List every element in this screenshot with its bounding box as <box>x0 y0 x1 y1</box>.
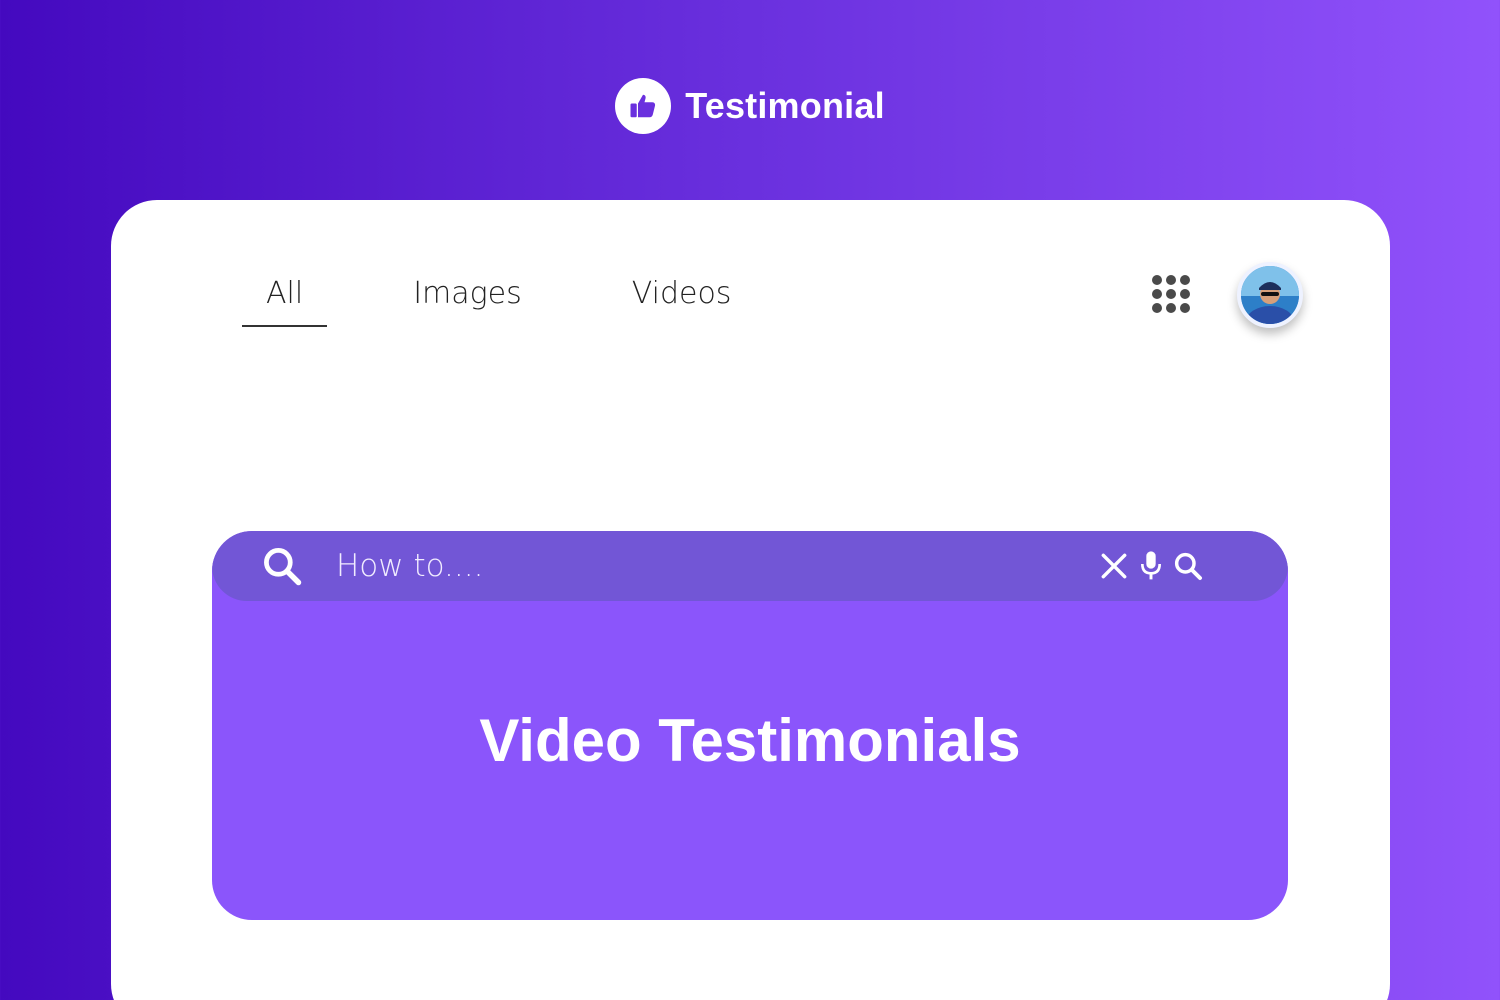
close-icon[interactable] <box>1098 550 1130 582</box>
search-icon[interactable] <box>260 543 306 589</box>
hero-banner: Video Testimonials <box>212 531 1288 920</box>
user-avatar[interactable] <box>1237 262 1303 328</box>
microphone-icon[interactable] <box>1138 550 1164 582</box>
brand-name: Testimonial <box>685 85 885 126</box>
search-actions <box>1098 550 1204 582</box>
search-bar <box>212 531 1288 601</box>
brand-header: Testimonial <box>0 78 1500 134</box>
search-tabs: All Images Videos <box>242 276 755 327</box>
tab-videos[interactable]: Videos <box>608 276 756 327</box>
tab-images[interactable]: Images <box>389 276 546 327</box>
search-input[interactable] <box>336 548 1036 584</box>
browser-card: All Images Videos How to.... Video Testi… <box>111 200 1390 1000</box>
tab-all[interactable]: All <box>242 276 328 327</box>
hero-title: Video Testimonials <box>479 707 1021 774</box>
thumbs-up-icon <box>615 78 672 134</box>
search-submit-icon[interactable] <box>1172 550 1204 582</box>
apps-grid-icon[interactable] <box>1151 274 1191 314</box>
